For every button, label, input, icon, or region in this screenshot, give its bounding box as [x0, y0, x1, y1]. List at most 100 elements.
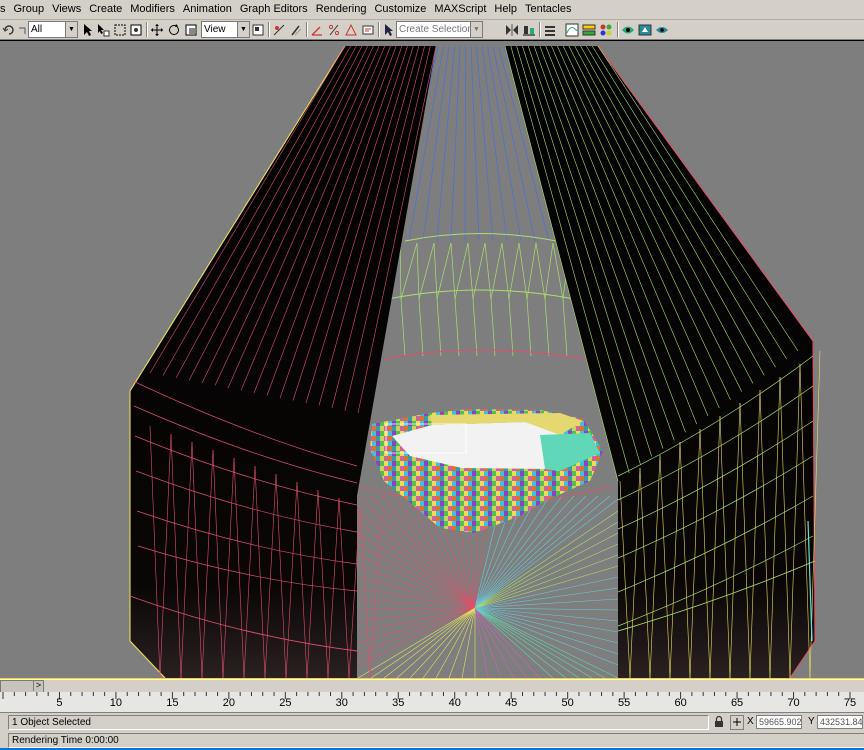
wire-edge [450, 45, 461, 242]
menu-tentacles[interactable]: Tentacles [521, 0, 575, 19]
wire-edge [508, 298, 514, 357]
wire-edge [526, 242, 537, 300]
track-tick-label: 70 [787, 697, 800, 709]
selection-lock-icon[interactable] [713, 715, 725, 728]
wire-edge [535, 242, 546, 300]
window-crossing-icon[interactable] [129, 21, 143, 38]
redo-icon[interactable] [17, 21, 27, 38]
wire-edge [544, 298, 550, 357]
wire-edge [474, 607, 489, 678]
x-coordinate-value: 59665.902 [759, 717, 802, 727]
menu-group[interactable]: Group [10, 0, 49, 19]
wire-edge [409, 607, 476, 678]
wire-edge [474, 565, 619, 609]
quick-render-icon[interactable] [638, 21, 652, 38]
menu-s[interactable]: s [0, 0, 10, 19]
perspective-viewport[interactable] [0, 40, 864, 680]
wire-edge [357, 607, 476, 666]
menu-maxscript[interactable]: MAXScript [430, 0, 490, 19]
wire-edge [433, 242, 438, 300]
pivot-center-icon[interactable] [251, 21, 265, 38]
rectangular-selection-icon[interactable] [113, 21, 127, 38]
select-manipulate-icon[interactable] [272, 21, 286, 38]
time-slider[interactable]: > [0, 679, 864, 693]
wire-edge [418, 298, 424, 357]
menu-create[interactable]: Create [85, 0, 126, 19]
select-by-name-icon[interactable] [96, 21, 110, 38]
track-bar[interactable]: 5 10 15 20 25 30 35 40 45 50 55 60 65 70 75 [0, 692, 864, 713]
wire-edge [416, 242, 420, 300]
menu-help[interactable]: Help [490, 0, 521, 19]
wire-edge [399, 242, 402, 300]
menu-rendering[interactable]: Rendering [312, 0, 371, 19]
select-object-icon[interactable] [80, 21, 94, 38]
wire-edge [436, 45, 455, 242]
wire-edge [474, 607, 619, 633]
spinner-snap-icon[interactable] [344, 21, 358, 38]
reference-coordinate-dropdown[interactable]: View ▼ [201, 21, 250, 38]
wire-edge [436, 298, 442, 357]
track-tick-label: 15 [166, 697, 179, 709]
menu-modifiers[interactable]: Modifiers [126, 0, 179, 19]
menu-customize[interactable]: Customize [370, 0, 430, 19]
wire-edge [400, 242, 418, 300]
curve-editor-icon[interactable] [565, 21, 579, 38]
undo-icon[interactable] [2, 21, 16, 38]
wire-edge [474, 587, 619, 609]
align-icon[interactable] [522, 21, 536, 38]
track-tick-label: 35 [392, 697, 405, 709]
rotate-icon[interactable] [167, 21, 181, 38]
menu-animation[interactable]: Animation [179, 0, 236, 19]
x-coordinate-field[interactable]: 59665.902 [756, 715, 802, 729]
scale-icon[interactable] [184, 21, 198, 38]
wire-edge [490, 298, 496, 357]
wire-edge [484, 242, 492, 300]
wire-edge [359, 505, 371, 678]
layer-manager-icon[interactable] [543, 21, 557, 38]
material-editor-icon[interactable] [599, 21, 613, 38]
reference-coordinate-value: View [204, 24, 226, 35]
render-scene-dialog-icon[interactable] [621, 21, 635, 38]
toolbar-separator [268, 22, 270, 37]
selection-filter-dropdown[interactable]: All ▼ [28, 21, 78, 38]
wire-edge [474, 607, 619, 644]
wire-edge [476, 45, 494, 242]
status-bar: 1 Object Selected X 59665.902 Y 432531.8… [0, 713, 864, 731]
selection-status-text: 1 Object Selected [12, 717, 91, 728]
wire-edge [472, 298, 478, 357]
viewport-scene [129, 45, 821, 678]
named-selection-set-dropdown[interactable]: Create Selection Set ▼ [396, 21, 483, 50]
render-time-field: Rendering Time 0:00:00 [8, 733, 864, 748]
toolbar-separator [617, 22, 619, 37]
wire-edge [472, 242, 486, 300]
next-frame-arrow-icon[interactable]: > [33, 680, 43, 691]
toolbar-separator [306, 22, 308, 37]
wire-edge [474, 607, 554, 678]
wire-edge [396, 607, 476, 678]
track-tick-label: 20 [222, 697, 235, 709]
render-last-icon[interactable] [655, 21, 669, 38]
menu-graph-editors[interactable]: Graph Editors [236, 0, 312, 19]
absolute-mode-transform-icon[interactable] [730, 715, 744, 730]
track-tick-label: 75 [843, 697, 857, 709]
mirror-icon[interactable] [505, 21, 519, 38]
track-tick-label: 40 [448, 697, 461, 709]
y-coordinate-field[interactable]: 432531.84 [817, 715, 863, 729]
select-cursor-icon[interactable] [381, 21, 395, 38]
wire-edge [383, 607, 476, 678]
schematic-view-icon[interactable] [582, 21, 596, 38]
menu-bar: s Group Views Create Modifiers Animation Graph… [0, 0, 864, 20]
y-coordinate-value: 432531.84 [820, 717, 863, 727]
track-tick-label: 55 [618, 697, 631, 709]
edit-named-selection-icon[interactable] [361, 21, 375, 38]
wire-edge [461, 607, 476, 678]
percent-snap-icon[interactable] [327, 21, 341, 38]
menu-views[interactable]: Views [48, 0, 85, 19]
wire-loop [384, 349, 586, 360]
wire-edge [435, 607, 476, 678]
snaps-toggle-icon[interactable] [289, 21, 303, 38]
angle-snap-icon[interactable] [310, 21, 324, 38]
wire-edge [369, 513, 382, 678]
main-toolbar: All ▼ View ▼ Create Selection ▼ [0, 20, 864, 50]
move-icon[interactable] [150, 21, 164, 38]
